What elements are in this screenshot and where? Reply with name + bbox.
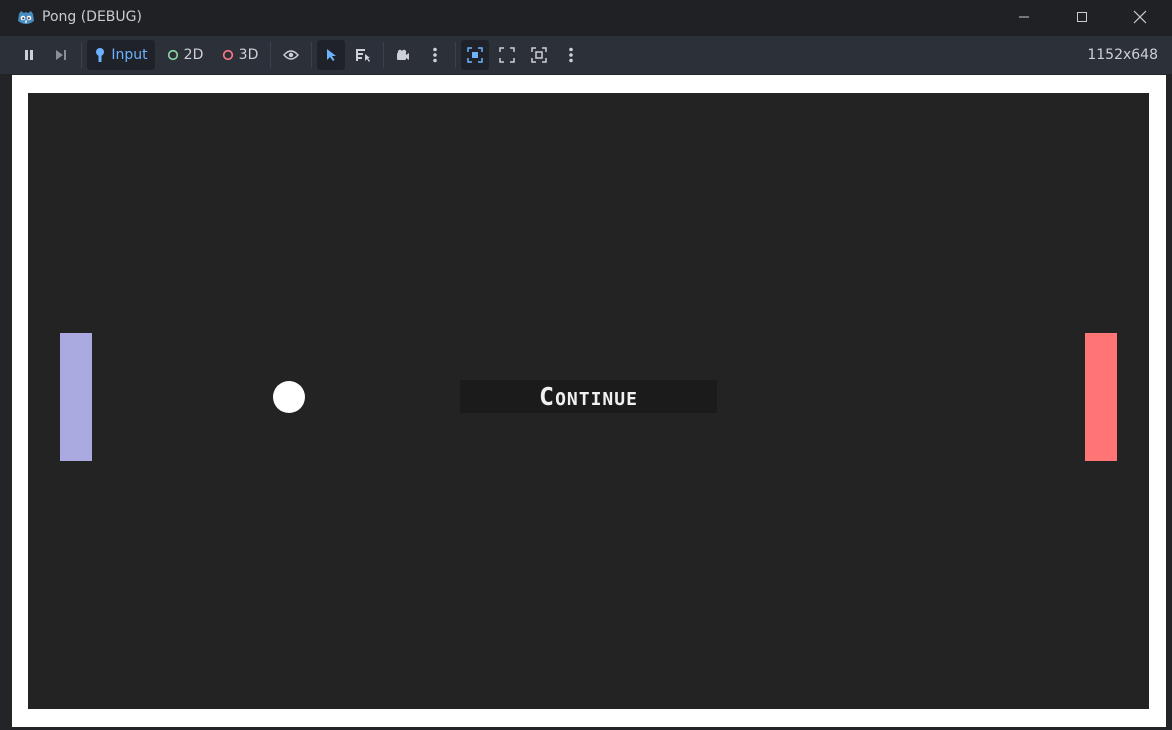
input-toggle-button[interactable]: Input [87,40,155,70]
left-paddle [60,333,92,461]
circle-3d-icon [222,49,233,61]
fullscreen-icon [531,47,547,63]
game-canvas[interactable]: Continue [28,93,1149,709]
embed-options-button[interactable] [557,40,585,70]
toolbar-separator [270,42,271,68]
input-label: Input [111,47,148,63]
cursor-arrow-icon [327,49,336,61]
camera-override-button[interactable] [389,40,417,70]
mode-3d-label: 3D [238,47,259,63]
minimize-icon [1019,16,1029,18]
resolution-label: 1152x648 [1087,47,1158,63]
godot-icon [16,8,36,28]
keep-aspect-button[interactable] [493,40,521,70]
ball [273,381,305,413]
toolbar-separator [81,42,82,68]
toolbar-separator [383,42,384,68]
list-select-icon [356,49,370,62]
visibility-button[interactable] [277,40,305,70]
right-paddle [1085,333,1117,461]
next-frame-button[interactable] [47,40,75,70]
mode-2d-label: 2D [183,47,204,63]
select-tool-button[interactable] [317,40,345,70]
stretch-button[interactable] [525,40,553,70]
maximize-icon [1077,12,1087,22]
debug-toolbar: Input 2D 3D 1152x648 [0,36,1172,74]
minimize-button[interactable] [995,0,1053,34]
camera-icon [397,49,409,60]
more-vertical-icon [433,47,437,63]
close-icon [1133,10,1147,24]
maximize-button[interactable] [1053,0,1111,34]
toolbar-separator [455,42,456,68]
list-select-button[interactable] [349,40,377,70]
more-vertical-icon [569,47,573,63]
close-button[interactable] [1111,0,1169,34]
pause-button[interactable] [15,40,43,70]
embed-game-button[interactable] [461,40,489,70]
camera-options-button[interactable] [421,40,449,70]
step-forward-icon [56,50,66,60]
aspect-icon [499,47,515,63]
title-bar[interactable]: Pong (DEBUG) [0,0,1172,36]
eye-icon [283,50,299,60]
mode-2d-button[interactable]: 2D [163,40,207,70]
game-window: Pong (DEBUG) Input 2D 3D 1152x648 Contin… [0,0,1172,730]
joystick-icon [96,48,105,62]
embed-icon [467,47,483,63]
circle-2d-icon [167,49,178,61]
continue-button[interactable]: Continue [460,380,717,413]
pause-icon [25,50,33,60]
mode-3d-button[interactable]: 3D [217,40,263,70]
window-title: Pong (DEBUG) [42,9,142,25]
toolbar-separator [311,42,312,68]
